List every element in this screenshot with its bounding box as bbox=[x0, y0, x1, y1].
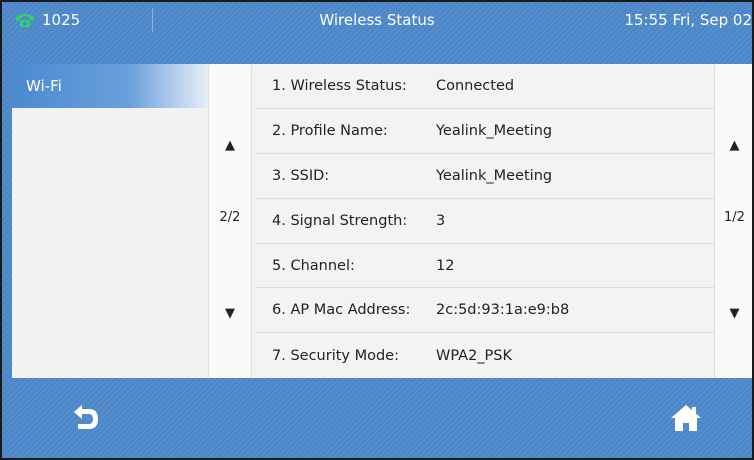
phone-icon bbox=[14, 12, 36, 28]
home-icon bbox=[669, 403, 703, 433]
sidebar-item-wifi[interactable]: Wi-Fi bbox=[12, 64, 208, 108]
line-number: 1025 bbox=[42, 11, 81, 29]
list-scroll: ▲ 1/2 ▼ bbox=[714, 64, 752, 378]
bottom-bar bbox=[2, 378, 752, 458]
sidebar-item-label: Wi-Fi bbox=[26, 77, 62, 95]
list-item[interactable]: 5. Channel: 12 bbox=[256, 244, 714, 289]
title-bar: 1025 Wireless Status 15:55 Fri, Sep 02 bbox=[2, 2, 752, 38]
row-label: 5. Channel: bbox=[272, 257, 355, 274]
row-value: Yealink_Meeting bbox=[436, 122, 553, 139]
phone-screen: 1025 Wireless Status 15:55 Fri, Sep 02 W… bbox=[0, 0, 754, 460]
home-button[interactable] bbox=[666, 400, 706, 436]
row-value: 12 bbox=[436, 257, 455, 274]
sidebar-scroll-up-button[interactable]: ▲ bbox=[209, 138, 251, 153]
row-value: WPA2_PSK bbox=[436, 347, 513, 364]
list-item[interactable]: 7. Security Mode: WPA2_PSK bbox=[256, 333, 714, 378]
row-label: 4. Signal Strength: bbox=[272, 212, 408, 229]
row-label: 1. Wireless Status: bbox=[272, 77, 407, 94]
list-page-indicator: 1/2 bbox=[724, 210, 745, 225]
row-label: 3. SSID: bbox=[272, 167, 330, 184]
sidebar-scroll-down-button[interactable]: ▼ bbox=[209, 306, 251, 321]
status-list: 1. Wireless Status: Connected 2. Profile… bbox=[256, 64, 714, 378]
clock: 15:55 Fri, Sep 02 bbox=[624, 11, 752, 29]
list-scroll-up-button[interactable]: ▲ bbox=[715, 138, 752, 153]
row-value: 3 bbox=[436, 212, 446, 229]
row-label: 2. Profile Name: bbox=[272, 122, 388, 139]
row-label: 6. AP Mac Address: bbox=[272, 302, 411, 319]
list-item[interactable]: 6. AP Mac Address: 2c:5d:93:1a:e9:b8 bbox=[256, 288, 714, 334]
back-button[interactable] bbox=[66, 400, 106, 436]
sidebar: Wi-Fi bbox=[12, 64, 208, 378]
back-icon bbox=[70, 403, 102, 433]
row-value: 2c:5d:93:1a:e9:b8 bbox=[436, 302, 570, 319]
sidebar-page-indicator: 2/2 bbox=[219, 210, 241, 225]
title-divider bbox=[152, 8, 153, 32]
list-item[interactable]: 1. Wireless Status: Connected bbox=[256, 64, 714, 109]
list-item[interactable]: 2. Profile Name: Yealink_Meeting bbox=[256, 109, 714, 154]
list-scroll-down-button[interactable]: ▼ bbox=[715, 306, 752, 321]
row-value: Connected bbox=[436, 77, 515, 94]
line-indicator[interactable]: 1025 bbox=[14, 2, 80, 38]
list-item[interactable]: 3. SSID: Yealink_Meeting bbox=[256, 154, 714, 199]
sidebar-scroll: ▲ 2/2 ▼ bbox=[208, 64, 252, 378]
content-area: Wi-Fi ▲ 2/2 ▼ 1. Wireless Status: Connec… bbox=[12, 64, 752, 378]
row-label: 7. Security Mode: bbox=[272, 347, 399, 364]
row-value: Yealink_Meeting bbox=[436, 167, 553, 184]
list-item[interactable]: 4. Signal Strength: 3 bbox=[256, 199, 714, 244]
